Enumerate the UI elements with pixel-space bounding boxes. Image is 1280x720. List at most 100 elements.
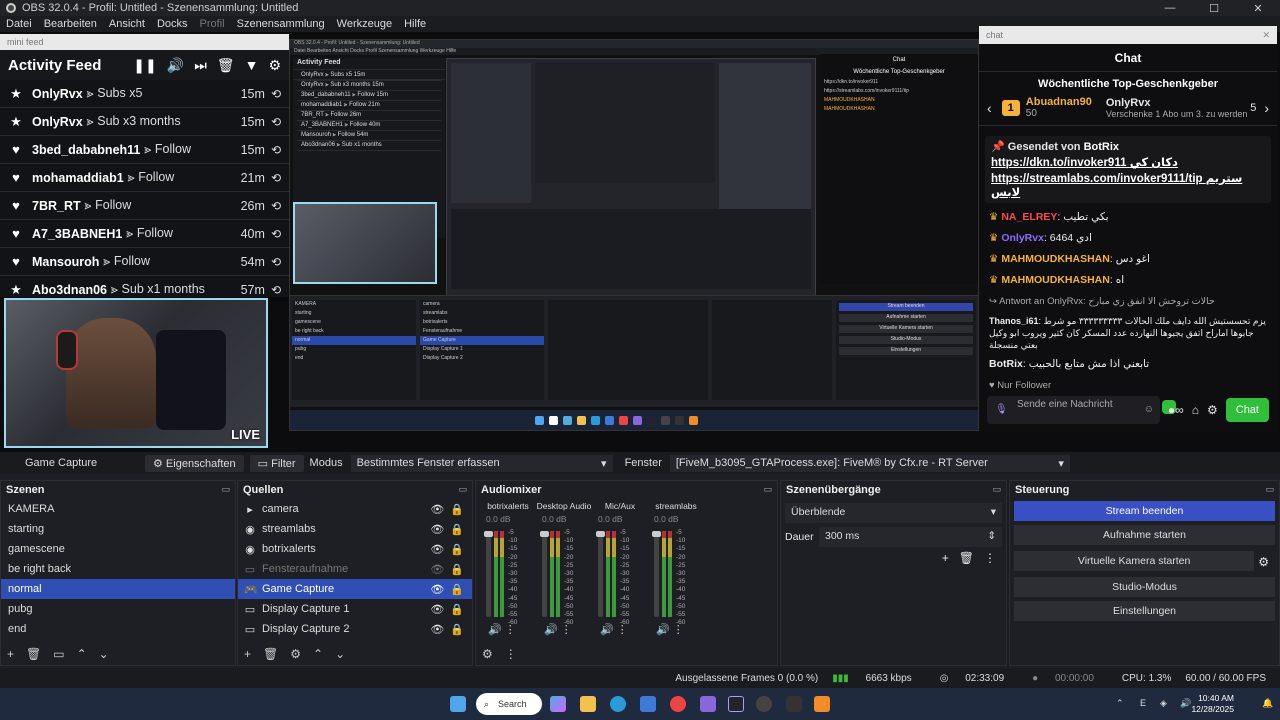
- dock-close-icon[interactable]: ✕: [1262, 30, 1270, 40]
- pinned-link-1[interactable]: https://dkn.to/invoker911 دكان كي: [991, 155, 1265, 169]
- notification-icon[interactable]: 🔔: [1262, 698, 1273, 709]
- move-down-icon[interactable]: ⌄: [99, 647, 109, 661]
- transition-menu-icon[interactable]: ⋮: [984, 551, 996, 565]
- dock-float-icon[interactable]: ▭: [221, 484, 230, 496]
- feed-item[interactable]: ♥ 3bed_dababneh11 ⪢ Follow 15m ⟲: [0, 136, 289, 164]
- feed-item[interactable]: ♥ mohamaddiab1 ⪢ Follow 21m ⟲: [0, 164, 289, 192]
- skip-icon[interactable]: ⏭: [194, 57, 207, 74]
- lock-icon[interactable]: 🔒: [450, 583, 464, 596]
- start-recording-button[interactable]: Aufnahme starten: [1014, 525, 1275, 545]
- dock-float-icon[interactable]: ▭: [458, 484, 467, 496]
- visibility-eye-icon[interactable]: 👁: [430, 563, 444, 576]
- fader-knob[interactable]: [652, 531, 661, 537]
- source-item[interactable]: 🎮 Game Capture 👁 🔒: [238, 579, 472, 599]
- mute-speaker-icon[interactable]: 🔊 ⋮: [600, 623, 628, 636]
- menu-datei[interactable]: Datei: [6, 18, 32, 30]
- lock-icon[interactable]: 🔒: [450, 523, 464, 536]
- chat-input[interactable]: 🎙 Sende eine Nachricht ☺: [987, 396, 1160, 424]
- fivem-icon[interactable]: [814, 696, 830, 712]
- add-transition-icon[interactable]: +: [942, 551, 949, 565]
- move-up-icon[interactable]: ⌃: [313, 647, 323, 661]
- replay-icon[interactable]: ⟲: [271, 115, 281, 129]
- points-icon[interactable]: ●∞: [1168, 403, 1184, 417]
- dock-float-icon[interactable]: ▭: [992, 484, 1001, 496]
- remove-source-icon[interactable]: 🗑: [263, 647, 278, 661]
- feed-item[interactable]: ♥ 7BR_RT ⪢ Follow 26m ⟲: [0, 192, 289, 220]
- add-scene-icon[interactable]: +: [7, 647, 14, 661]
- scene-item[interactable]: pubg: [1, 599, 235, 619]
- menu-bearbeiten[interactable]: Bearbeiten: [44, 18, 97, 30]
- stop-stream-button[interactable]: Stream beenden: [1014, 501, 1275, 521]
- virtual-camera-settings-icon[interactable]: ⚙: [1258, 555, 1269, 569]
- edge-icon[interactable]: [610, 696, 626, 712]
- trash-icon[interactable]: 🗑: [217, 57, 235, 74]
- menu-ansicht[interactable]: Ansicht: [109, 18, 145, 30]
- mute-speaker-icon[interactable]: 🔊 ⋮: [544, 623, 572, 636]
- obs-icon[interactable]: [756, 696, 772, 712]
- window-select[interactable]: [FiveM_b3095_GTAProcess.exe]: FiveM® by …: [669, 454, 1070, 472]
- menu-hilfe[interactable]: Hilfe: [404, 18, 426, 30]
- scene-item[interactable]: be right back: [1, 559, 235, 579]
- volume-fader[interactable]: [540, 531, 549, 617]
- visibility-eye-icon[interactable]: 👁: [430, 543, 444, 556]
- lock-icon[interactable]: 🔒: [450, 623, 464, 636]
- mixer-settings-icon[interactable]: ⚙: [482, 647, 493, 661]
- replay-icon[interactable]: ⟲: [271, 283, 281, 297]
- mute-speaker-icon[interactable]: 🔊 ⋮: [656, 623, 684, 636]
- replay-icon[interactable]: ⟲: [271, 255, 281, 269]
- fader-knob[interactable]: [540, 531, 549, 537]
- pause-icon[interactable]: ❚❚: [133, 57, 156, 74]
- feed-item[interactable]: ★ OnlyRvx ⪢ Subs x5 15m ⟲: [0, 80, 289, 108]
- source-item[interactable]: ▭ Display Capture 1 👁 🔒: [238, 599, 472, 619]
- source-item[interactable]: ◉ botrixalerts 👁 🔒: [238, 539, 472, 559]
- chat-username[interactable]: NA_ELREY: [1001, 211, 1057, 223]
- menu-profil[interactable]: Profil: [200, 18, 225, 30]
- lock-icon[interactable]: 🔒: [450, 543, 464, 556]
- scene-item[interactable]: starting: [1, 519, 235, 539]
- feed-item[interactable]: ★ Abo3dnan06 ⪢ Sub x1 months 57m ⟲: [0, 276, 289, 297]
- transition-select[interactable]: Überblende ▾: [785, 503, 1002, 523]
- scene-item[interactable]: end: [1, 619, 235, 639]
- feed-item[interactable]: ♥ A7_3BABNEH1 ⪢ Follow 40m ⟲: [0, 220, 289, 248]
- taskbar-search[interactable]: ⌕ Search: [476, 693, 542, 715]
- add-source-icon[interactable]: +: [244, 647, 251, 661]
- volume-fader[interactable]: [484, 531, 493, 617]
- discord-icon[interactable]: [700, 696, 716, 712]
- source-item[interactable]: ▭ Display Capture 2 👁 🔒: [238, 619, 472, 639]
- visibility-eye-icon[interactable]: 👁: [430, 523, 444, 536]
- lock-icon[interactable]: 🔒: [450, 503, 464, 516]
- chrome-icon[interactable]: [670, 696, 686, 712]
- dock-float-icon[interactable]: ▭: [763, 484, 772, 496]
- scene-filter-icon[interactable]: ▭: [53, 647, 64, 661]
- volume-fader[interactable]: [596, 531, 605, 617]
- properties-button[interactable]: ⚙ Eigenschaften: [145, 454, 244, 472]
- file-explorer-icon[interactable]: [580, 696, 596, 712]
- source-item[interactable]: ▸ camera 👁 🔒: [238, 499, 472, 519]
- remove-scene-icon[interactable]: 🗑: [26, 647, 41, 661]
- start-virtual-camera-button[interactable]: Virtuelle Kamera starten: [1014, 551, 1255, 571]
- menu-szenensammlung[interactable]: Szenensammlung: [237, 18, 325, 30]
- gear-icon[interactable]: ⚙: [268, 57, 281, 74]
- fader-knob[interactable]: [596, 531, 605, 537]
- visibility-eye-icon[interactable]: 👁: [430, 623, 444, 636]
- chat-send-button[interactable]: Chat: [1225, 398, 1269, 422]
- replay-icon[interactable]: ⟲: [271, 199, 281, 213]
- next-arrow-icon[interactable]: ›: [1264, 100, 1269, 116]
- visibility-eye-icon[interactable]: 👁: [430, 603, 444, 616]
- tray-chevron-icon[interactable]: ⌃: [1116, 698, 1124, 709]
- lock-icon[interactable]: 🔒: [450, 563, 464, 576]
- close-button[interactable]: ✕: [1236, 2, 1280, 15]
- feed-item[interactable]: ♥ Mansouroh ⪢ Follow 54m ⟲: [0, 248, 289, 276]
- move-down-icon[interactable]: ⌄: [335, 647, 345, 661]
- replay-icon[interactable]: ⟲: [271, 171, 281, 185]
- replay-icon[interactable]: ⟲: [271, 227, 281, 241]
- store-icon[interactable]: [640, 696, 656, 712]
- mode-select[interactable]: Bestimmtes Fenster erfassen ▾: [350, 454, 613, 472]
- emoji-icon[interactable]: ☺: [1144, 404, 1154, 415]
- mute-speaker-icon[interactable]: 🔊 ⋮: [488, 623, 516, 636]
- chat-username[interactable]: MAHMOUDKHASHAN: [1001, 253, 1110, 265]
- mic-icon[interactable]: 🎙: [995, 404, 1008, 415]
- replay-icon[interactable]: ⟲: [271, 143, 281, 157]
- replay-icon[interactable]: ⟲: [271, 87, 281, 101]
- language-icon[interactable]: E: [1140, 698, 1146, 708]
